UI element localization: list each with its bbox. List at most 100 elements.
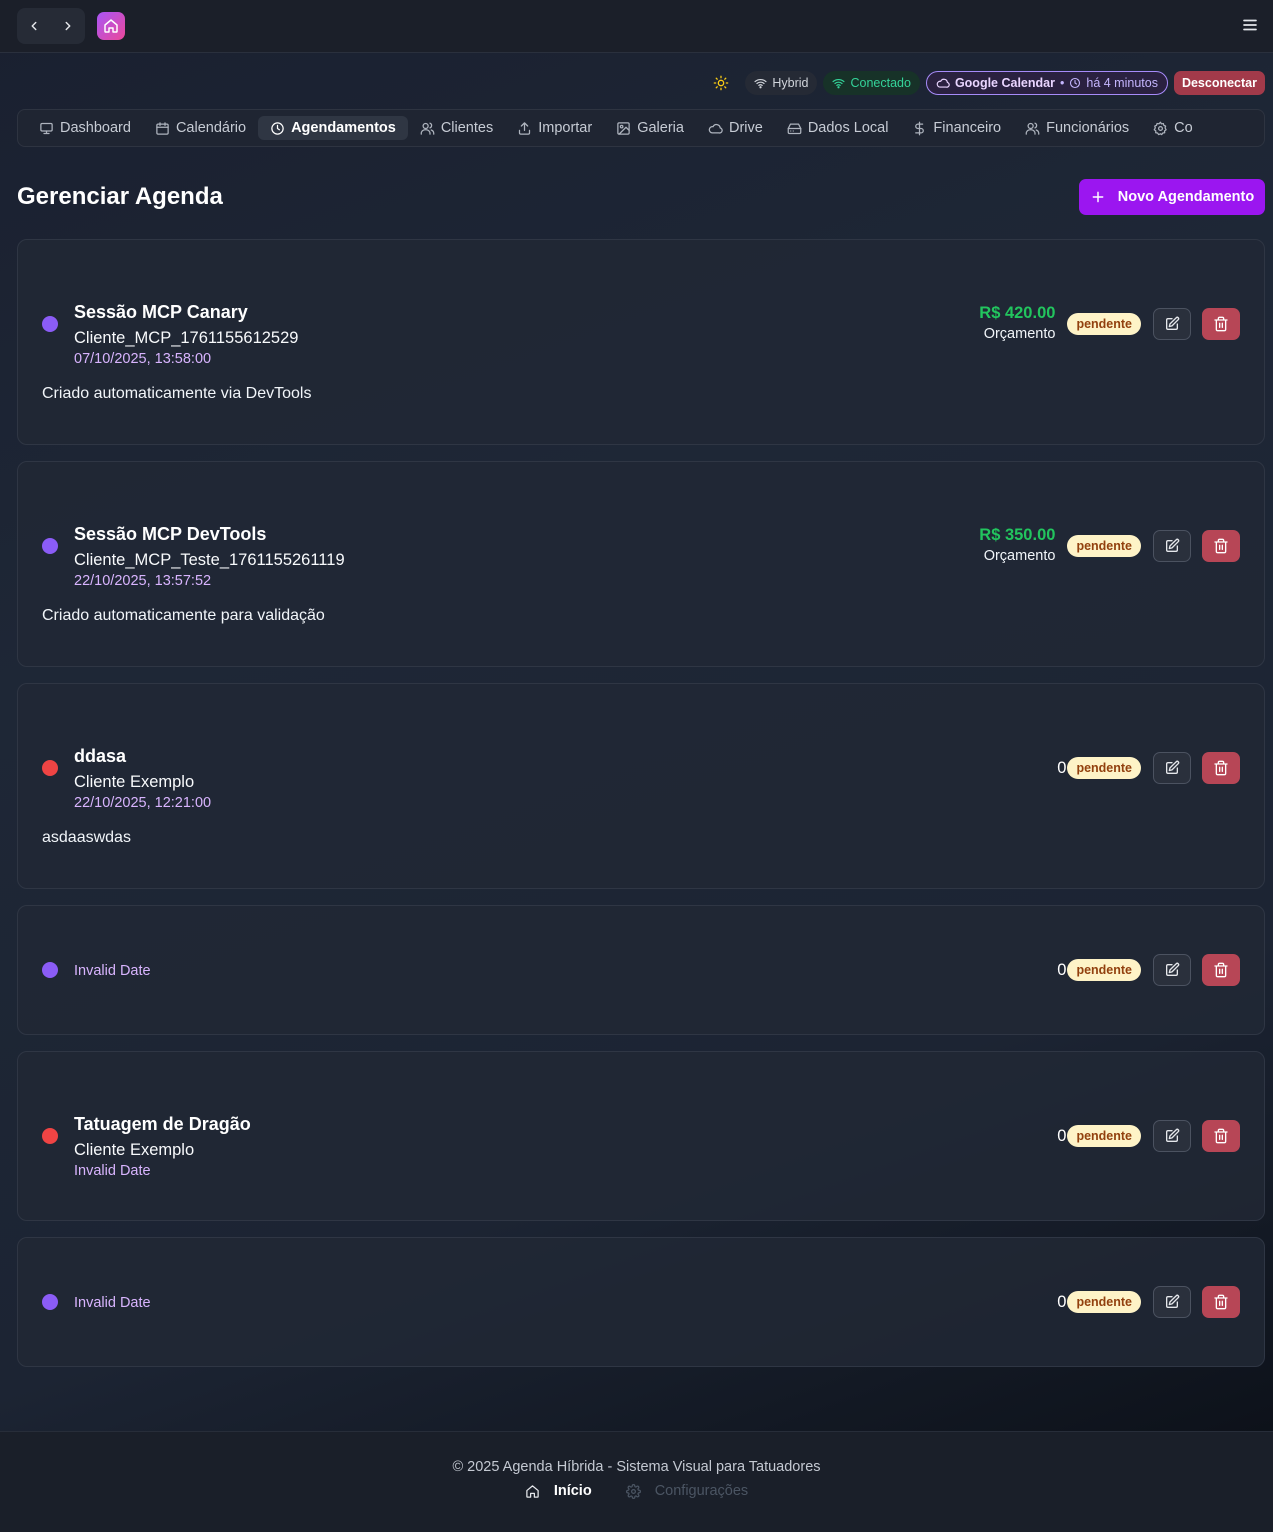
appointment-title: Sessão MCP DevTools <box>74 524 267 544</box>
mode-label: Hybrid <box>772 76 809 90</box>
delete-button[interactable] <box>1202 1286 1240 1318</box>
price-block: R$ 420.00 Orçamento <box>979 303 1055 345</box>
edit-icon <box>1166 316 1180 330</box>
users-icon <box>1025 122 1040 135</box>
appointment-card[interactable]: Invalid Date 0 pendente <box>17 1237 1265 1367</box>
delete-button[interactable] <box>1202 308 1240 340</box>
appointment-title: ddasa <box>74 746 127 766</box>
appointment-client: Cliente_MCP_Teste_1761155261119 <box>74 551 345 569</box>
appointment-date: 07/10/2025, 13:58:00 <box>74 351 212 367</box>
appointment-description: Criado automaticamente via DevTools <box>42 385 312 402</box>
tab-calendario[interactable]: Calendário <box>143 116 258 140</box>
tab-label: Calendário <box>175 120 247 136</box>
appointment-actions: 0 pendente <box>1057 1120 1240 1152</box>
trash-icon <box>1214 316 1228 332</box>
edit-button[interactable] <box>1153 1120 1191 1152</box>
clock-icon <box>1070 77 1081 89</box>
tab-galeria[interactable]: Galeria <box>604 116 696 140</box>
edit-button[interactable] <box>1153 954 1191 986</box>
tab-label: Agendamentos <box>291 120 396 136</box>
calendar-name: Google Calendar <box>954 76 1055 90</box>
tab-dados-local[interactable]: Dados Local <box>775 116 901 140</box>
status-bar: Hybrid Conectado Google Calendar • há 4 … <box>707 70 1265 96</box>
footer-home-label: Início <box>553 1483 592 1499</box>
tab-drive[interactable]: Drive <box>696 116 775 140</box>
tab-label: Clientes <box>440 120 494 136</box>
tab-label: Co <box>1174 120 1193 136</box>
appointment-date: Invalid Date <box>74 1163 151 1179</box>
status-badge: pendente <box>1067 535 1141 557</box>
delete-button[interactable] <box>1202 752 1240 784</box>
appointment-amount: 0 <box>1057 1126 1067 1145</box>
tab-label: Importar <box>538 120 593 136</box>
edit-icon <box>1166 962 1180 976</box>
appointment-price: R$ 420.00 <box>979 304 1056 322</box>
status-dot <box>42 760 58 776</box>
appointment-description: asdaaswdas <box>42 829 131 846</box>
appointment-card[interactable]: Sessão MCP DevTools Cliente_MCP_Teste_176… <box>17 461 1265 667</box>
new-appointment-button[interactable]: Novo Agendamento <box>1079 179 1265 215</box>
appointment-description: Criado automaticamente para validação <box>42 607 325 624</box>
chevron-right-icon <box>65 21 71 31</box>
status-dot <box>42 962 58 978</box>
appointment-amount: 0 <box>1057 960 1067 979</box>
footer-home-link[interactable]: Início <box>525 1483 592 1499</box>
back-button[interactable] <box>17 8 51 44</box>
tab-funcionarios[interactable]: Funcionários <box>1013 116 1141 140</box>
copyright: © 2025 Agenda Híbrida - Sistema Visual p… <box>452 1459 821 1475</box>
edit-button[interactable] <box>1153 530 1191 562</box>
edit-icon <box>1166 760 1180 774</box>
edit-button[interactable] <box>1153 1286 1191 1318</box>
delete-button[interactable] <box>1202 1120 1240 1152</box>
tab-label: Dashboard <box>60 120 131 136</box>
appointment-amount: 0 <box>1057 758 1067 777</box>
status-dot <box>42 1128 58 1144</box>
delete-button[interactable] <box>1202 954 1240 986</box>
footer: © 2025 Agenda Híbrida - Sistema Visual p… <box>0 1431 1273 1532</box>
wifi-icon <box>754 78 767 88</box>
tab-clientes[interactable]: Clientes <box>408 116 505 140</box>
appointment-card[interactable]: Invalid Date 0 pendente <box>17 905 1265 1035</box>
mode-badge: Hybrid <box>745 71 818 95</box>
delete-button[interactable] <box>1202 530 1240 562</box>
appointment-date: Invalid Date <box>74 963 151 979</box>
dollar-icon <box>915 121 925 135</box>
edit-button[interactable] <box>1153 752 1191 784</box>
connection-badge: Conectado <box>823 71 920 95</box>
google-calendar-badge[interactable]: Google Calendar • há 4 minutos <box>925 71 1168 95</box>
appointment-card[interactable]: Sessão MCP Canary Cliente_MCP_17611556125… <box>17 239 1265 445</box>
appointment-actions: R$ 350.00 Orçamento pendente <box>979 526 1240 564</box>
gear-icon <box>625 1483 641 1499</box>
appointment-actions: R$ 420.00 Orçamento pendente <box>979 304 1240 342</box>
appointment-actions: 0 pendente <box>1057 752 1240 784</box>
disconnect-button[interactable]: Desconectar <box>1173 71 1265 95</box>
footer-settings-link[interactable]: Configurações <box>625 1483 748 1499</box>
top-bar <box>0 0 1273 53</box>
appointment-card[interactable]: ddasa Cliente Exemplo 22/10/2025, 12:21:00… <box>17 683 1265 889</box>
price-block: R$ 350.00 Orçamento <box>979 525 1055 567</box>
appointment-client: Cliente Exemplo <box>74 1141 195 1159</box>
appointment-actions: 0 pendente <box>1057 954 1240 986</box>
clock-icon <box>271 121 284 135</box>
edit-button[interactable] <box>1153 308 1191 340</box>
sun-icon <box>714 75 729 91</box>
home-icon <box>104 19 118 33</box>
tab-financeiro[interactable]: Financeiro <box>900 116 1013 140</box>
history-nav <box>17 8 85 44</box>
menu-button[interactable] <box>1241 16 1259 34</box>
edit-icon <box>1166 1128 1180 1142</box>
cloud-icon <box>936 78 950 88</box>
theme-toggle[interactable] <box>707 71 735 95</box>
tab-importar[interactable]: Importar <box>505 116 604 140</box>
tab-label: Drive <box>728 120 763 136</box>
trash-icon <box>1214 538 1228 554</box>
trash-icon <box>1214 1294 1228 1310</box>
forward-button[interactable] <box>51 8 85 44</box>
tab-dashboard[interactable]: Dashboard <box>27 116 143 140</box>
tab-co[interactable]: Co <box>1141 116 1205 140</box>
tab-agendamentos[interactable]: Agendamentos <box>258 116 408 140</box>
main-tabs: Dashboard Calendário Agendamentos Clientes I… <box>17 109 1265 147</box>
app-logo[interactable] <box>97 12 125 40</box>
appointment-card[interactable]: Tatuagem de Dragão Cliente Exemplo Invalid… <box>17 1051 1265 1221</box>
appointment-price: R$ 350.00 <box>979 526 1056 544</box>
